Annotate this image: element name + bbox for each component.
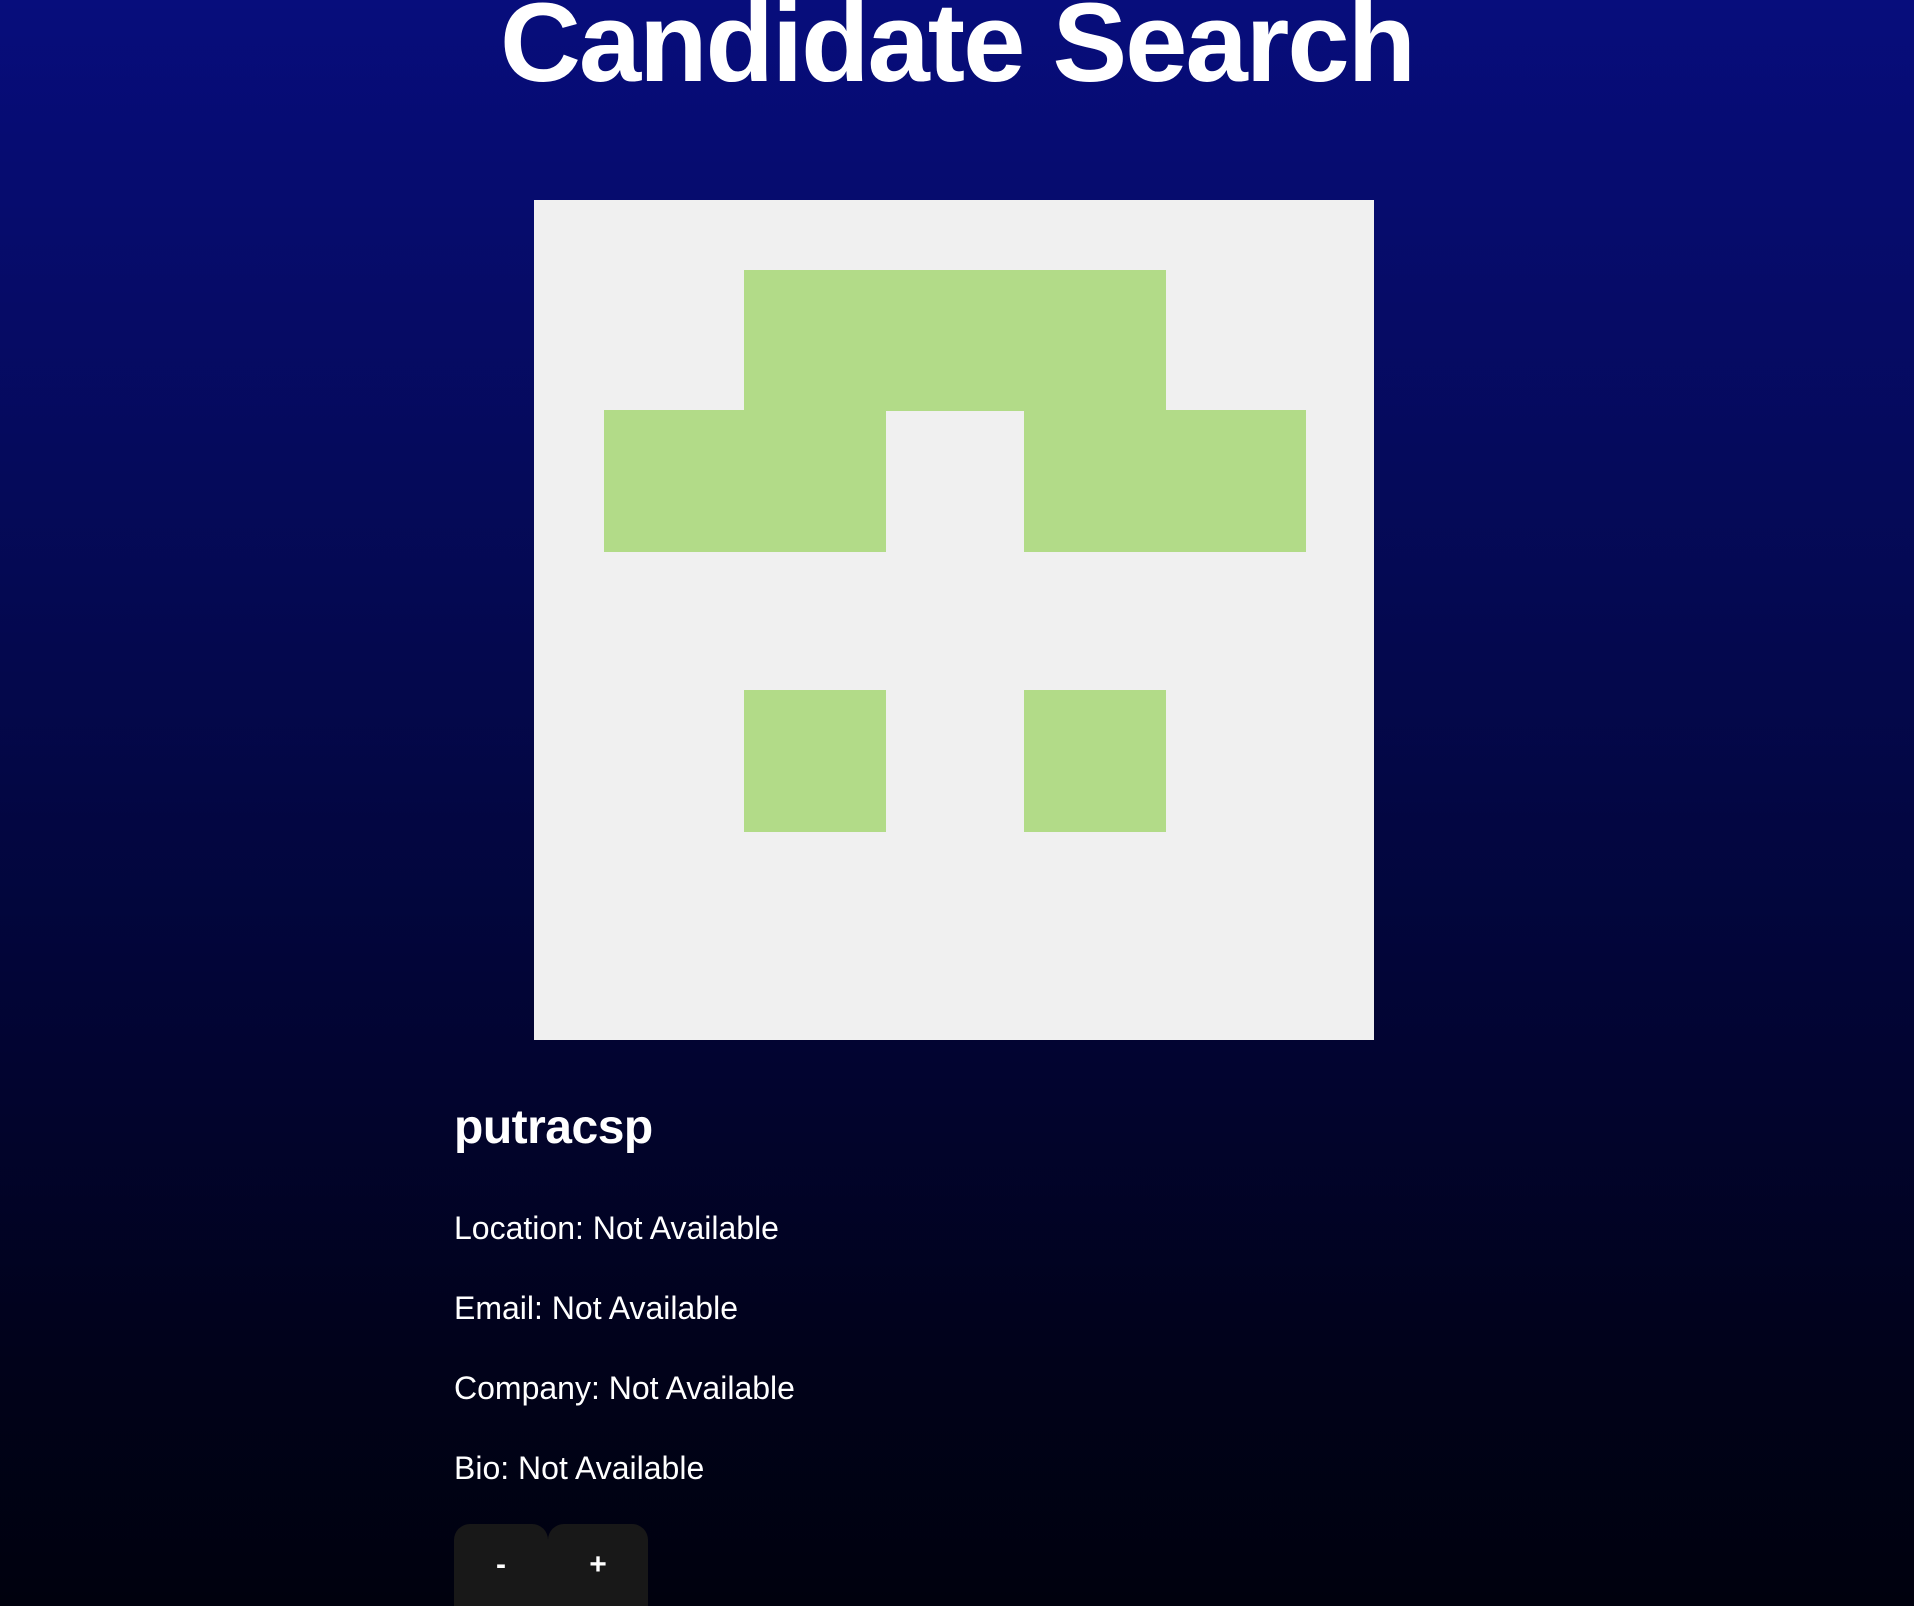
- identicon-block: [744, 690, 886, 832]
- candidate-username: putracsp: [454, 1101, 653, 1154]
- identicon-block: [604, 410, 886, 552]
- page-title: Candidate Search: [499, 0, 1416, 105]
- identicon-block: [1024, 690, 1166, 832]
- candidate-location: Location: Not Available: [454, 1210, 779, 1246]
- save-candidate-button[interactable]: +: [548, 1524, 648, 1606]
- candidate-bio: Bio: Not Available: [454, 1450, 705, 1486]
- identicon-block: [744, 270, 1166, 411]
- identicon-block: [1024, 410, 1306, 552]
- candidate-company: Company: Not Available: [454, 1370, 795, 1406]
- reject-candidate-button[interactable]: -: [454, 1524, 548, 1606]
- candidate-actions: - +: [454, 1524, 648, 1606]
- candidate-email: Email: Not Available: [454, 1290, 738, 1326]
- candidate-avatar: [534, 200, 1374, 1040]
